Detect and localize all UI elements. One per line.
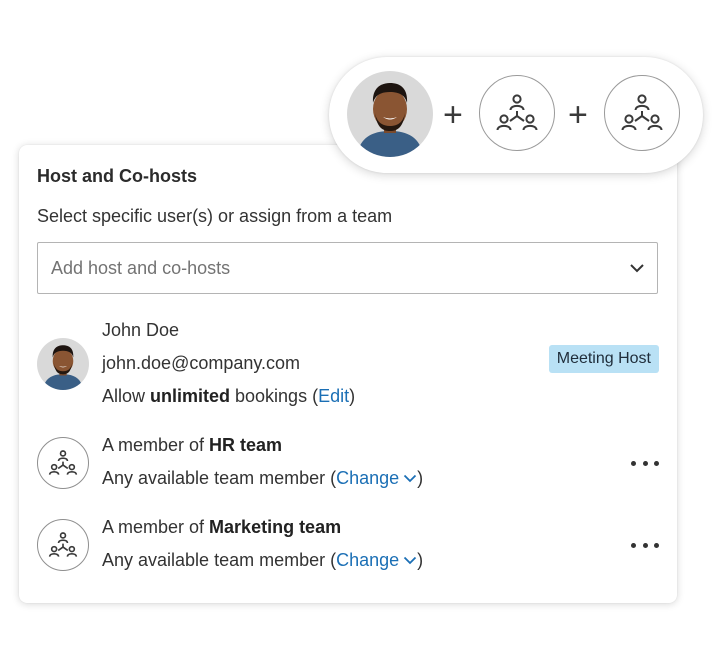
team-name: Marketing team [209,517,342,537]
host-cohosts-card: Host and Co-hosts Select specific user(s… [19,145,677,603]
team-assignment-detail: Any available team member (Change) [102,550,423,571]
add-host-placeholder: Add host and co-hosts [51,258,231,278]
change-label: Change [336,550,400,570]
detail-prefix: Any available team member ( [102,550,337,570]
team-prefix: A member of [102,435,210,455]
more-options-button[interactable] [631,453,659,473]
change-link[interactable]: Change [336,468,417,488]
team-name: HR team [209,435,283,455]
host-row: John Doe john.doe@company.com Allow unli… [37,320,659,415]
team-prefix: A member of [102,517,210,537]
dot [631,542,636,548]
more-options-button[interactable] [631,535,659,555]
team-icon [604,75,680,151]
host-avatar [37,338,89,390]
dot [642,542,648,548]
plus-sign: + [443,96,463,134]
dot [654,460,659,466]
team-member-label: A member of HR team [102,435,282,456]
booking-limit-value: unlimited [150,386,231,406]
card-subtitle: Select specific user(s) or assign from a… [37,206,393,226]
plus-sign: + [568,96,588,134]
detail-close: ) [417,550,424,570]
person-avatar-icon [37,338,89,390]
host-email: john.doe@company.com [102,353,301,373]
team-row-hr: A member of HR team Any available team m… [37,435,659,495]
dot [631,460,636,466]
team-icon [37,437,89,489]
booking-suffix: bookings ( [230,386,319,406]
detail-close: ) [417,468,424,488]
booking-prefix: Allow [102,386,151,406]
meeting-host-badge: Meeting Host [548,345,659,373]
team-icon [479,75,555,151]
host-name: John Doe [102,320,180,340]
detail-prefix: Any available team member ( [102,468,337,488]
card-title: Host and Co-hosts [37,166,197,186]
chevron-down-icon [404,474,417,483]
change-link[interactable]: Change [336,550,417,570]
edit-link[interactable]: Edit [318,386,349,406]
team-member-label: A member of Marketing team [102,517,341,538]
host-booking-limit: Allow unlimited bookings (Edit) [102,386,355,407]
team-icon [37,519,89,571]
booking-close: ) [349,386,356,406]
team-assignment-detail: Any available team member (Change) [102,468,423,489]
add-host-select[interactable]: Add host and co-hosts [37,242,658,294]
dot [642,460,648,466]
host-avatar [347,71,433,157]
chevron-down-icon [404,556,417,565]
chevron-down-icon [630,264,644,273]
team-row-marketing: A member of Marketing team Any available… [37,517,659,577]
person-avatar-icon [347,71,433,157]
dot [654,542,659,548]
assignment-summary-pill: + + [329,57,703,173]
change-label: Change [336,468,400,488]
